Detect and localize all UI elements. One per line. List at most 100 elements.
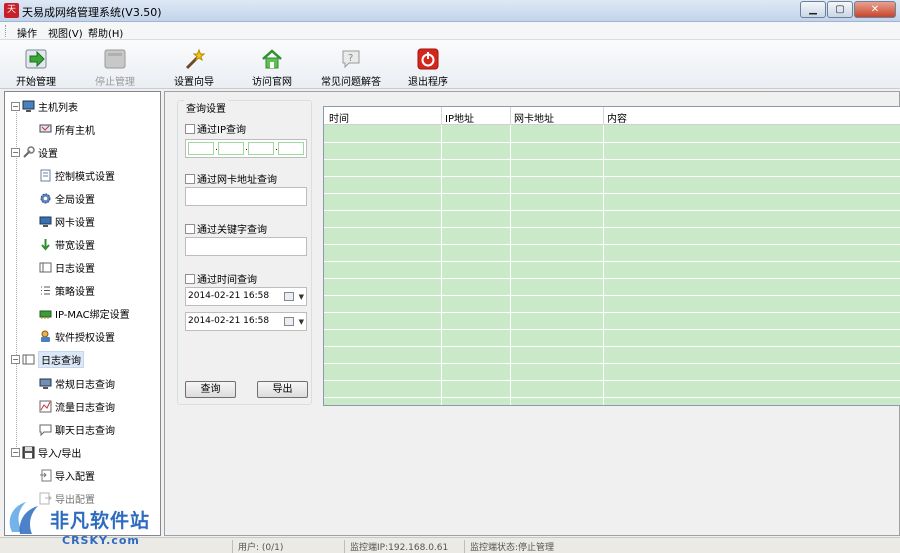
tree-node-chat-log[interactable]: 聊天日志查询 [39, 420, 115, 438]
table-row[interactable] [324, 397, 900, 398]
tree-node-traffic-log[interactable]: 流量日志查询 [39, 397, 115, 415]
column-content[interactable]: 内容 [607, 110, 627, 125]
table-row[interactable] [324, 159, 900, 160]
dropdown-arrow-icon[interactable]: ▼ [299, 314, 304, 331]
menu-help[interactable]: 帮助(H) [88, 25, 123, 40]
tree-label: 聊天日志查询 [55, 425, 115, 437]
collapse-icon[interactable]: − [11, 101, 20, 111]
ip-address-input[interactable]: . . . [185, 139, 307, 158]
menu-grip [5, 25, 8, 37]
column-mac[interactable]: 网卡地址 [514, 110, 554, 125]
keyword-input[interactable] [185, 237, 307, 256]
log-grid[interactable]: 时间 IP地址 网卡地址 内容 [323, 106, 900, 406]
to-time-picker[interactable]: 2014-02-21 16:58 ▼ [185, 312, 307, 331]
menu-operate[interactable]: 操作 [17, 25, 37, 40]
table-row[interactable] [324, 176, 900, 177]
menu-view[interactable]: 视图(V) [48, 25, 83, 40]
calendar-icon[interactable] [284, 292, 294, 301]
faq-button[interactable]: ? 常见问题解答 [318, 44, 384, 88]
tree-label: 流量日志查询 [55, 402, 115, 414]
tree-node-policy[interactable]: 策略设置 [39, 281, 95, 299]
tree-node-ip-mac[interactable]: IP-MAC绑定设置 [39, 304, 130, 322]
table-row[interactable] [324, 244, 900, 245]
table-row[interactable] [324, 142, 900, 143]
checkbox-box[interactable] [185, 173, 195, 184]
document-icon [40, 169, 51, 181]
checkbox-box[interactable] [185, 223, 195, 234]
mac-address-input[interactable] [185, 187, 307, 206]
title-bar: 天 天易成网络管理系统(V3.50) ▁ ▢ ✕ [0, 0, 900, 22]
collapse-icon[interactable]: − [11, 147, 20, 157]
setup-wizard-button[interactable]: 设置向导 [164, 44, 224, 88]
start-manage-button[interactable]: 开始管理 [6, 44, 66, 88]
ip-octet-4[interactable] [278, 142, 304, 155]
tree-node-log-settings[interactable]: 日志设置 [39, 258, 95, 276]
ip-octet-1[interactable] [188, 142, 214, 155]
ip-octet-2[interactable] [218, 142, 244, 155]
table-row[interactable] [324, 278, 900, 279]
export-button[interactable]: 导出 [257, 381, 308, 398]
table-row[interactable] [324, 363, 900, 364]
close-button[interactable]: ✕ [854, 1, 896, 18]
tree-label: 策略设置 [55, 286, 95, 298]
collapse-icon[interactable]: − [11, 354, 20, 364]
table-row[interactable] [324, 261, 900, 262]
to-time-value: 2014-02-21 16:58 [188, 316, 270, 326]
tree-node-control-mode[interactable]: 控制模式设置 [39, 166, 115, 184]
tree-node-normal-log[interactable]: 常规日志查询 [39, 374, 115, 392]
dropdown-arrow-icon[interactable]: ▼ [299, 289, 304, 306]
watermark-en: CRSKY.com [62, 534, 140, 547]
app-icon: 天 [4, 3, 19, 18]
visit-website-button[interactable]: 访问官网 [242, 44, 302, 88]
by-ip-label: 通过IP查询 [197, 125, 246, 136]
computer-icon [22, 100, 35, 112]
checkbox-box[interactable] [185, 123, 195, 134]
by-time-checkbox[interactable]: 通过时间查询 [185, 271, 257, 286]
table-row[interactable] [324, 346, 900, 347]
tree-node-nic[interactable]: 网卡设置 [39, 212, 95, 230]
tree-label: 全局设置 [55, 194, 95, 206]
tree-node-import-export[interactable]: − 导入/导出 [11, 443, 81, 461]
table-row[interactable] [324, 210, 900, 211]
hosts-icon [39, 124, 52, 132]
power-icon [417, 48, 439, 70]
by-ip-checkbox[interactable]: 通过IP查询 [185, 121, 246, 136]
question-chat-icon: ? [340, 48, 362, 70]
tree-node-settings[interactable]: − 设置 [11, 143, 58, 161]
magic-wand-icon [183, 48, 205, 70]
column-separator[interactable] [510, 107, 511, 125]
tree-node-log-query[interactable]: − 日志查询 [11, 350, 84, 368]
stop-manage-button[interactable]: 停止管理 [85, 44, 145, 88]
from-time-picker[interactable]: 2014-02-21 16:58 ▼ [185, 287, 307, 306]
by-keyword-checkbox[interactable]: 通过关键字查询 [185, 221, 267, 236]
tree-node-host-list[interactable]: − 主机列表 [11, 97, 78, 115]
column-time[interactable]: 时间 [329, 110, 349, 125]
table-row[interactable] [324, 227, 900, 228]
tree-label: 导入/导出 [38, 448, 82, 460]
table-row[interactable] [324, 295, 900, 296]
query-button[interactable]: 查询 [185, 381, 236, 398]
stop-icon [104, 48, 126, 70]
minimize-button[interactable]: ▁ [800, 1, 826, 18]
calendar-icon[interactable] [284, 317, 294, 326]
by-keyword-label: 通过关键字查询 [197, 225, 267, 236]
tree-node-import-config[interactable]: 导入配置 [39, 466, 95, 484]
ip-octet-3[interactable] [248, 142, 274, 155]
column-ip[interactable]: IP地址 [445, 110, 474, 125]
table-row[interactable] [324, 312, 900, 313]
tree-node-global[interactable]: 全局设置 [39, 189, 95, 207]
tree-node-bandwidth[interactable]: 带宽设置 [39, 235, 95, 253]
table-row[interactable] [324, 193, 900, 194]
column-separator[interactable] [441, 107, 442, 125]
maximize-button[interactable]: ▢ [827, 1, 853, 18]
tree-node-all-hosts[interactable]: 所有主机 [39, 120, 95, 138]
exit-program-button[interactable]: 退出程序 [398, 44, 458, 88]
table-row[interactable] [324, 329, 900, 330]
column-separator[interactable] [603, 107, 604, 125]
checkbox-box[interactable] [185, 273, 195, 284]
tree-label: 设置 [38, 148, 58, 160]
tree-node-license[interactable]: 软件授权设置 [39, 327, 115, 345]
collapse-icon[interactable]: − [11, 447, 20, 457]
table-row[interactable] [324, 380, 900, 381]
by-mac-checkbox[interactable]: 通过网卡地址查询 [185, 171, 277, 186]
